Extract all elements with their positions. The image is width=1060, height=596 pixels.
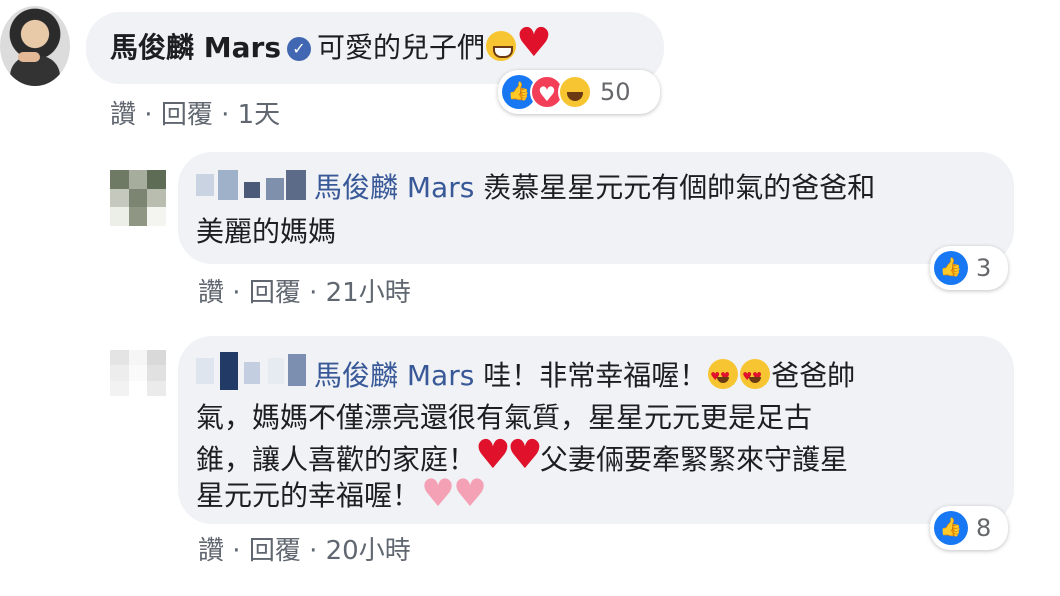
comment-body: 馬俊麟 Mars ✓ 可愛的兒子們	[110, 21, 552, 70]
reply-body-line4: 星元元的幸福喔！	[196, 471, 487, 518]
haha-icon	[558, 75, 592, 109]
separator: ·	[224, 278, 249, 308]
reply-text: 羨慕星星元元有個帥氣的爸爸和	[483, 171, 876, 204]
comment-text: 可愛的兒子們	[316, 31, 485, 64]
heart-eyes-emoji-icon	[740, 355, 771, 399]
reply-avatar[interactable]	[110, 170, 166, 226]
reaction-summary[interactable]: 👍 3	[930, 246, 1008, 290]
reply-actions: 讚 · 回覆 · 21小時	[198, 272, 411, 309]
mention-tag[interactable]: 馬俊麟 Mars	[314, 359, 474, 392]
blurred-author-name	[196, 170, 306, 204]
avatar-hand	[18, 52, 40, 62]
separator: ·	[224, 536, 249, 566]
author-avatar[interactable]	[0, 6, 70, 86]
reply-link[interactable]: 回覆	[249, 536, 301, 566]
separator: ·	[136, 100, 161, 130]
separator: ·	[212, 100, 238, 130]
timestamp[interactable]: 1天	[238, 100, 281, 130]
reaction-count: 50	[600, 78, 631, 106]
reply-text: 父妻倆要牽緊緊來守護星	[540, 443, 849, 476]
separator: ·	[300, 536, 326, 566]
reaction-summary[interactable]: 👍 8	[930, 506, 1008, 550]
like-icon: 👍	[934, 511, 968, 545]
reaction-count: 8	[976, 514, 992, 542]
reply-actions: 讚 · 回覆 · 20小時	[198, 530, 411, 567]
like-icon: 👍	[934, 251, 968, 285]
comment-author[interactable]: 馬俊麟 Mars	[110, 31, 281, 64]
timestamp[interactable]: 20小時	[326, 536, 411, 566]
comment-actions: 讚 · 回覆 · 1天	[110, 94, 280, 131]
verified-badge-icon: ✓	[286, 37, 311, 61]
like-link[interactable]: 讚	[198, 536, 224, 566]
reply-link[interactable]: 回覆	[161, 100, 213, 130]
sparkling-heart-emoji-icon	[453, 471, 487, 515]
reaction-count: 3	[976, 254, 992, 282]
grinning-face-emoji-icon	[486, 31, 516, 61]
red-heart-emoji-icon	[475, 433, 511, 477]
reply-body-line1: 馬俊麟 Mars 羨慕星星元元有個帥氣的爸爸和	[314, 166, 875, 210]
reply-body-line1: 馬俊麟 Mars 哇！非常幸福喔！ 爸爸帥	[314, 354, 856, 399]
sparkling-heart-emoji-icon	[421, 471, 455, 515]
reply-avatar[interactable]	[110, 350, 166, 396]
blurred-author-name	[196, 352, 306, 392]
reply-text: 哇！非常幸福喔！	[483, 359, 708, 392]
reply-text: 爸爸帥	[771, 359, 856, 392]
separator: ·	[300, 278, 326, 308]
reply-text: 星元元的幸福喔！	[196, 479, 421, 512]
heart-eyes-emoji-icon	[708, 355, 739, 399]
like-link[interactable]: 讚	[198, 278, 224, 308]
reaction-summary[interactable]: 👍 ♥ 50	[498, 70, 660, 114]
timestamp[interactable]: 21小時	[326, 278, 411, 308]
reply-link[interactable]: 回覆	[249, 278, 301, 308]
reply-body-line2: 美麗的媽媽	[196, 215, 337, 248]
red-heart-emoji-icon	[516, 21, 552, 65]
like-link[interactable]: 讚	[110, 100, 136, 130]
mention-tag[interactable]: 馬俊麟 Mars	[314, 171, 474, 204]
red-heart-emoji-icon	[507, 433, 543, 477]
